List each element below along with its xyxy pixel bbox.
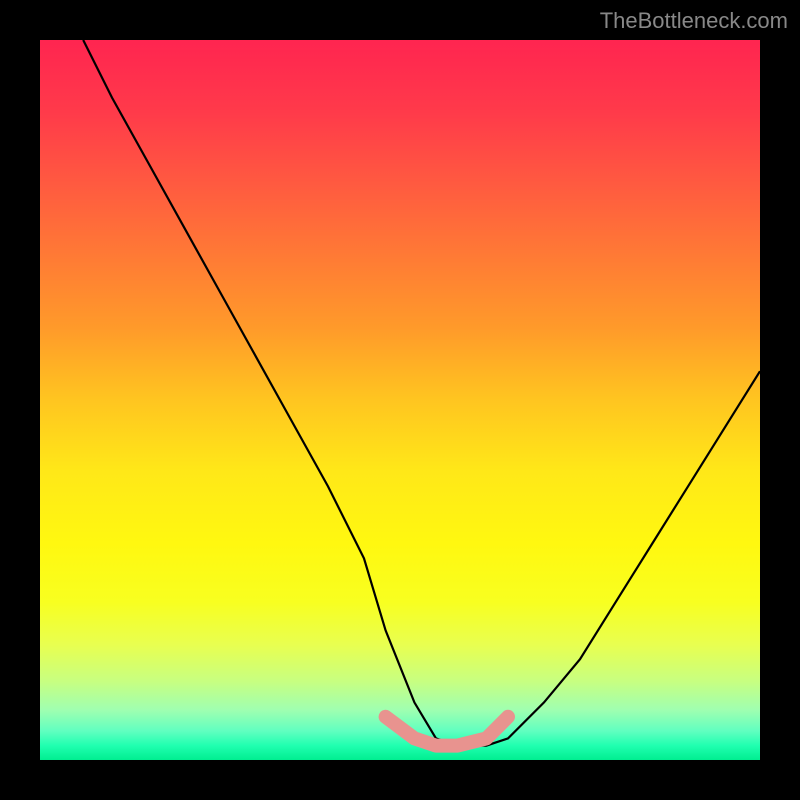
bottleneck-curve-line — [83, 40, 760, 746]
watermark-text: TheBottleneck.com — [600, 8, 788, 34]
chart-plot-area — [40, 40, 760, 760]
chart-svg — [40, 40, 760, 760]
highlight-band-line — [386, 717, 508, 746]
